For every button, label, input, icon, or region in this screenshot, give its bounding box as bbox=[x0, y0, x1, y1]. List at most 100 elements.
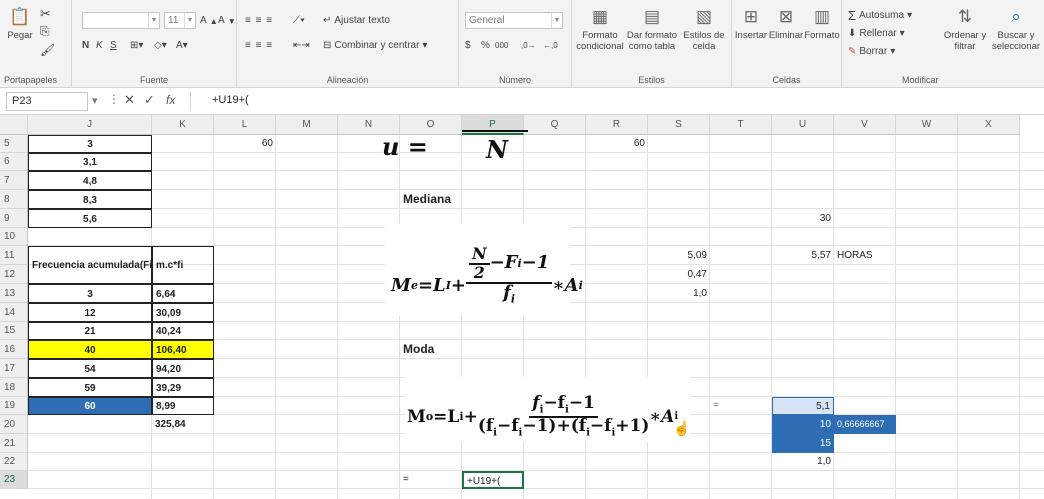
name-box-dropdown-icon[interactable]: ▾ bbox=[92, 94, 98, 107]
increase-decimal-icon[interactable]: ,0→ bbox=[521, 38, 536, 53]
paste-button[interactable]: 📋 Pegar bbox=[4, 4, 36, 42]
cell-j16[interactable]: 40 bbox=[28, 340, 152, 359]
align-top-icon[interactable]: ≡ ≡ ≡ bbox=[245, 13, 273, 28]
cell-v11[interactable]: HORAS bbox=[834, 246, 896, 265]
find-select-button[interactable]: ⌕ Buscar y seleccionar bbox=[990, 4, 1042, 53]
cell-k19[interactable]: 8,99 bbox=[152, 397, 214, 415]
row-header[interactable]: 6 bbox=[0, 153, 28, 171]
delete-button[interactable]: ⊠ Eliminar bbox=[768, 4, 804, 42]
cell-u20[interactable]: 10 bbox=[772, 415, 834, 434]
median-formula-image[interactable]: Me =L I + N2 −F i −1 fi ∗A i bbox=[385, 224, 583, 316]
cell-o16[interactable]: Moda bbox=[400, 340, 462, 359]
conditional-format-button[interactable]: ▦ Formato condicional bbox=[576, 4, 624, 53]
cancel-icon[interactable]: ✕ bbox=[124, 92, 135, 108]
currency-button[interactable]: $ bbox=[465, 38, 471, 53]
row-header[interactable]: 18 bbox=[0, 378, 28, 397]
cell-s12[interactable]: 0,47 bbox=[648, 265, 710, 284]
format-as-table-button[interactable]: ▤ Dar formato como tabla bbox=[626, 4, 678, 53]
row-header[interactable]: 8 bbox=[0, 190, 28, 209]
decrease-decimal-icon[interactable]: ←,0 bbox=[543, 38, 558, 53]
column-header[interactable]: X bbox=[958, 115, 1020, 135]
fill-color-icon[interactable]: ◇▾ bbox=[154, 38, 167, 53]
orientation-icon[interactable]: ⟋▾ bbox=[293, 13, 305, 28]
cell-j9[interactable]: 5,6 bbox=[28, 209, 152, 228]
row-header[interactable]: 21 bbox=[0, 434, 28, 453]
column-header[interactable]: W bbox=[896, 115, 958, 135]
cell-j14[interactable]: 12 bbox=[28, 303, 152, 322]
cell-p23[interactable]: +U19+( bbox=[462, 471, 524, 489]
cell-j7[interactable]: 4,8 bbox=[28, 171, 152, 190]
cell-o23[interactable]: = bbox=[400, 471, 462, 489]
column-header[interactable]: R bbox=[586, 115, 648, 135]
thousands-button[interactable]: 000 bbox=[495, 38, 508, 53]
name-box[interactable]: P23 bbox=[6, 92, 88, 111]
row-header[interactable]: 23 bbox=[0, 471, 28, 489]
autosum-button[interactable]: Σ Autosuma ▾ bbox=[848, 8, 912, 23]
cell-l5[interactable]: 60 bbox=[214, 135, 276, 153]
column-header[interactable]: U bbox=[772, 115, 834, 135]
column-header[interactable]: S bbox=[648, 115, 710, 135]
cell-k20[interactable]: 325,84 bbox=[152, 415, 214, 434]
column-header[interactable]: V bbox=[834, 115, 896, 135]
format-button[interactable]: ▥ Formato bbox=[804, 4, 840, 42]
mode-formula-image[interactable]: Mo =L i + fi−fi−1 (fi−fi−1)+(fi−fi+1) ∗A i bbox=[405, 377, 690, 442]
grow-font-button[interactable]: A ▲ bbox=[200, 13, 218, 28]
italic-button[interactable]: K bbox=[96, 38, 103, 53]
cell-j8[interactable]: 8,3 bbox=[28, 190, 152, 209]
cell-t19[interactable]: = bbox=[710, 397, 772, 415]
cell-u21[interactable]: 15 bbox=[772, 434, 834, 453]
cell-j11[interactable]: Frecuencia acumulada(Fi) bbox=[28, 246, 152, 284]
indent-icon[interactable]: ⇤⇥ bbox=[293, 38, 310, 53]
format-painter-icon[interactable]: 🖌 bbox=[40, 42, 55, 57]
row-header[interactable]: 11 bbox=[0, 246, 28, 265]
cell-j18[interactable]: 59 bbox=[28, 378, 152, 397]
cell-styles-button[interactable]: ▧ Estilos de celda bbox=[680, 4, 728, 53]
cell-j17[interactable]: 54 bbox=[28, 359, 152, 378]
cell-k13[interactable]: 6,64 bbox=[152, 284, 214, 303]
cell-k15[interactable]: 40,24 bbox=[152, 322, 214, 340]
row-header[interactable]: 14 bbox=[0, 303, 28, 322]
font-name-combo[interactable]: ▼ bbox=[82, 12, 160, 29]
cell-r5[interactable]: 60 bbox=[586, 135, 648, 153]
percent-button[interactable]: % bbox=[481, 38, 490, 53]
cell-u9[interactable]: 30 bbox=[772, 209, 834, 228]
function-icon[interactable]: fx bbox=[166, 93, 175, 107]
merge-center-button[interactable]: ⊟ Combinar y centrar ▾ bbox=[323, 38, 427, 53]
cell-j6[interactable]: 3,1 bbox=[28, 153, 152, 171]
cell-k16[interactable]: 106,40 bbox=[152, 340, 214, 359]
cell-j13[interactable]: 3 bbox=[28, 284, 152, 303]
cell-j15[interactable]: 21 bbox=[28, 322, 152, 340]
cell-s13[interactable]: 1,0 bbox=[648, 284, 710, 303]
enter-icon[interactable]: ✓ bbox=[144, 92, 155, 108]
column-header[interactable]: T bbox=[710, 115, 772, 135]
row-header[interactable]: 15 bbox=[0, 322, 28, 340]
column-header[interactable]: L bbox=[214, 115, 276, 135]
insert-button[interactable]: ⊞ Insertar bbox=[734, 4, 768, 42]
font-color-icon[interactable]: A▾ bbox=[176, 38, 188, 53]
cell-k18[interactable]: 39,29 bbox=[152, 378, 214, 397]
cell-k14[interactable]: 30,09 bbox=[152, 303, 214, 322]
font-size-combo[interactable]: 11 ▼ bbox=[164, 12, 196, 29]
sort-filter-button[interactable]: ⇅ Ordenar y filtrar bbox=[942, 4, 988, 53]
column-header[interactable]: M bbox=[276, 115, 338, 135]
wrap-text-button[interactable]: ↵ Ajustar texto bbox=[323, 13, 390, 28]
cell-j5[interactable]: 3 bbox=[28, 135, 152, 153]
cell-j19[interactable]: 60 bbox=[28, 397, 152, 415]
bold-button[interactable]: N bbox=[82, 38, 89, 53]
fill-button[interactable]: ⬇ Rellenar ▾ bbox=[848, 26, 905, 41]
select-all-corner[interactable] bbox=[0, 115, 28, 135]
cut-icon[interactable]: ✂ bbox=[40, 6, 51, 21]
row-header[interactable]: 12 bbox=[0, 265, 28, 284]
cell-u22[interactable]: 1,0 bbox=[772, 453, 834, 471]
row-header[interactable]: 19 bbox=[0, 397, 28, 415]
row-header[interactable]: 22 bbox=[0, 453, 28, 471]
clear-button[interactable]: ✎ Borrar ▾ bbox=[848, 44, 895, 59]
column-header[interactable]: K bbox=[152, 115, 214, 135]
align-left-icon[interactable]: ≡ ≡ ≡ bbox=[245, 38, 273, 53]
cell-u11[interactable]: 5,57 bbox=[772, 246, 834, 265]
column-header[interactable]: J bbox=[28, 115, 152, 135]
row-header[interactable]: 9 bbox=[0, 209, 28, 228]
shrink-font-button[interactable]: A ▼ bbox=[218, 13, 236, 28]
cell-k11[interactable]: m.c*fi bbox=[152, 246, 214, 284]
row-header[interactable]: 17 bbox=[0, 359, 28, 378]
